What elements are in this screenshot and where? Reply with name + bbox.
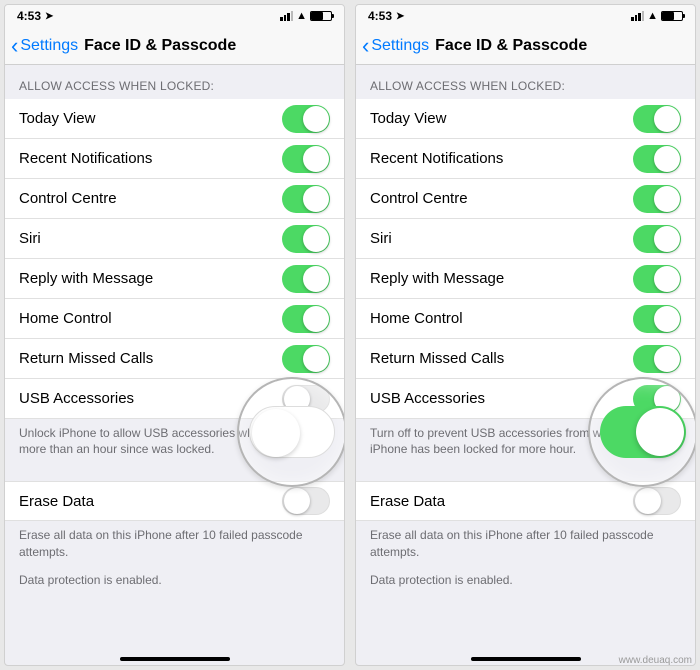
section-header-allow-access: ALLOW ACCESS WHEN LOCKED: (5, 65, 344, 99)
row-reply-with-message: Reply with Message (5, 259, 344, 299)
row-reply-with-message: Reply with Message (356, 259, 695, 299)
section-header-allow-access: ALLOW ACCESS WHEN LOCKED: (356, 65, 695, 99)
toggle-control-centre[interactable] (282, 185, 330, 213)
back-label: Settings (371, 37, 429, 55)
nav-bar: ‹ Settings Face ID & Passcode (5, 27, 344, 65)
battery-icon (661, 11, 683, 21)
back-button[interactable]: ‹ Settings (11, 37, 78, 55)
erase-footer-text: Erase all data on this iPhone after 10 f… (5, 521, 344, 565)
row-erase-data: Erase Data (5, 481, 344, 521)
row-return-missed-calls: Return Missed Calls (356, 339, 695, 379)
toggle-erase-data[interactable] (282, 487, 330, 515)
page-title: Face ID & Passcode (429, 37, 689, 55)
row-label: Recent Notifications (19, 150, 152, 167)
back-label: Settings (20, 37, 78, 55)
toggle-home-control[interactable] (633, 305, 681, 333)
row-label: Erase Data (19, 493, 94, 510)
home-indicator[interactable] (471, 657, 581, 661)
toggle-recent-notifications[interactable] (282, 145, 330, 173)
watermark-text: www.deuaq.com (619, 655, 692, 666)
screenshot-left: 4:53 ➤ ▲ ‹ Settings Face ID & Passcode A… (4, 4, 345, 666)
toggle-erase-data[interactable] (633, 487, 681, 515)
magnified-toggle-usb (249, 406, 335, 458)
row-label: Control Centre (370, 190, 468, 207)
row-recent-notifications: Recent Notifications (356, 139, 695, 179)
wifi-icon: ▲ (296, 10, 307, 22)
toggle-return-missed-calls[interactable] (282, 345, 330, 373)
toggle-return-missed-calls[interactable] (633, 345, 681, 373)
toggle-siri[interactable] (282, 225, 330, 253)
row-siri: Siri (5, 219, 344, 259)
row-home-control: Home Control (356, 299, 695, 339)
toggle-home-control[interactable] (282, 305, 330, 333)
magnified-toggle-usb (600, 406, 686, 458)
row-label: Reply with Message (19, 270, 153, 287)
toggle-siri[interactable] (633, 225, 681, 253)
data-protection-text: Data protection is enabled. (356, 566, 695, 594)
row-label: Return Missed Calls (19, 350, 153, 367)
settings-list[interactable]: ALLOW ACCESS WHEN LOCKED: Today View Rec… (356, 65, 695, 665)
cell-signal-icon (280, 11, 293, 21)
cell-signal-icon (631, 11, 644, 21)
row-label: Siri (370, 230, 392, 247)
row-label: USB Accessories (370, 390, 485, 407)
screenshot-right: 4:53 ➤ ▲ ‹ Settings Face ID & Passcode A… (355, 4, 696, 666)
row-label: Return Missed Calls (370, 350, 504, 367)
status-bar: 4:53 ➤ ▲ (356, 5, 695, 27)
toggle-today-view[interactable] (633, 105, 681, 133)
status-bar: 4:53 ➤ ▲ (5, 5, 344, 27)
row-erase-data: Erase Data (356, 481, 695, 521)
row-label: Recent Notifications (370, 150, 503, 167)
row-label: Home Control (19, 310, 112, 327)
back-button[interactable]: ‹ Settings (362, 37, 429, 55)
toggle-today-view[interactable] (282, 105, 330, 133)
location-icon: ➤ (45, 11, 53, 22)
row-label: Today View (370, 110, 446, 127)
toggle-reply-with-message[interactable] (633, 265, 681, 293)
row-control-centre: Control Centre (5, 179, 344, 219)
wifi-icon: ▲ (647, 10, 658, 22)
row-recent-notifications: Recent Notifications (5, 139, 344, 179)
page-title: Face ID & Passcode (78, 37, 338, 55)
row-label: Home Control (370, 310, 463, 327)
row-label: Today View (19, 110, 95, 127)
row-control-centre: Control Centre (356, 179, 695, 219)
row-label: Siri (19, 230, 41, 247)
row-home-control: Home Control (5, 299, 344, 339)
settings-list[interactable]: ALLOW ACCESS WHEN LOCKED: Today View Rec… (5, 65, 344, 665)
row-label: Reply with Message (370, 270, 504, 287)
nav-bar: ‹ Settings Face ID & Passcode (356, 27, 695, 65)
row-return-missed-calls: Return Missed Calls (5, 339, 344, 379)
battery-icon (310, 11, 332, 21)
row-label: Control Centre (19, 190, 117, 207)
status-time: 4:53 (368, 9, 392, 23)
erase-footer-text: Erase all data on this iPhone after 10 f… (356, 521, 695, 565)
row-siri: Siri (356, 219, 695, 259)
row-label: USB Accessories (19, 390, 134, 407)
row-today-view: Today View (356, 99, 695, 139)
home-indicator[interactable] (120, 657, 230, 661)
row-label: Erase Data (370, 493, 445, 510)
toggle-recent-notifications[interactable] (633, 145, 681, 173)
data-protection-text: Data protection is enabled. (5, 566, 344, 594)
location-icon: ➤ (396, 11, 404, 22)
toggle-control-centre[interactable] (633, 185, 681, 213)
status-time: 4:53 (17, 9, 41, 23)
row-today-view: Today View (5, 99, 344, 139)
toggle-reply-with-message[interactable] (282, 265, 330, 293)
